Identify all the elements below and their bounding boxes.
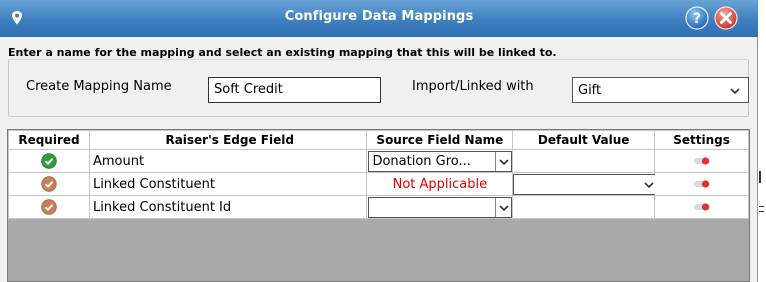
chevron-down-icon [644,182,654,189]
field-name-cell: Amount [88,149,368,173]
chevron-down-icon [499,159,510,166]
table-header-row: Required Raiser's Edge Field Source Fiel… [8,130,749,150]
table-row: Amount Donation Gro... [8,149,749,173]
optional-check-icon [41,199,57,215]
background-window-edge [758,0,766,282]
toggle-icon[interactable] [693,179,711,189]
help-icon[interactable]: ? [685,6,709,30]
close-icon[interactable] [714,6,738,30]
field-name-cell: Linked Constituent [88,172,368,196]
default-value-cell[interactable] [512,149,656,173]
field-name-cell: Linked Constituent Id [88,195,368,219]
column-header-raisers-edge-field[interactable]: Raiser's Edge Field [88,130,368,150]
optional-check-icon [41,176,57,192]
column-header-required[interactable]: Required [8,130,90,150]
column-header-settings[interactable]: Settings [654,130,749,150]
source-field-select[interactable]: Donation Gro... [368,151,513,172]
background-window-mark [759,206,764,207]
mapping-name-label: Create Mapping Name [26,79,172,94]
source-field-select[interactable] [368,197,513,218]
import-linked-select[interactable]: Gift [572,77,749,103]
svg-text:?: ? [693,11,701,27]
table-row: Linked Constituent Id [8,195,749,219]
default-value-cell[interactable] [512,195,656,219]
chevron-down-icon [499,205,510,212]
source-field-value: Donation Gro... [372,154,471,169]
toggle-icon[interactable] [693,156,711,166]
column-header-default-value[interactable]: Default Value [512,130,656,150]
mapping-name-input[interactable]: Soft Credit [208,77,381,103]
instruction-text: Enter a name for the mapping and select … [8,46,557,59]
toggle-icon[interactable] [693,202,711,212]
dialog-title: Configure Data Mappings [284,9,474,24]
import-linked-label: Import/Linked with [412,79,534,94]
table-row: Linked Constituent Not Applicable [8,172,749,196]
column-header-source-field-name[interactable]: Source Field Name [366,130,514,150]
required-check-icon [41,153,57,169]
configure-data-mappings-dialog: Configure Data Mappings ? Enter a name f… [0,0,758,282]
chevron-down-icon [730,88,740,95]
import-linked-value: Gift [578,83,602,98]
background-window-mark [759,171,761,183]
not-applicable-text: Not Applicable [392,176,488,192]
background-window-mark [759,211,764,212]
mapping-table: Required Raiser's Edge Field Source Fiel… [8,130,749,219]
default-value-select[interactable] [513,174,662,195]
title-bar: Configure Data Mappings ? [0,0,758,37]
